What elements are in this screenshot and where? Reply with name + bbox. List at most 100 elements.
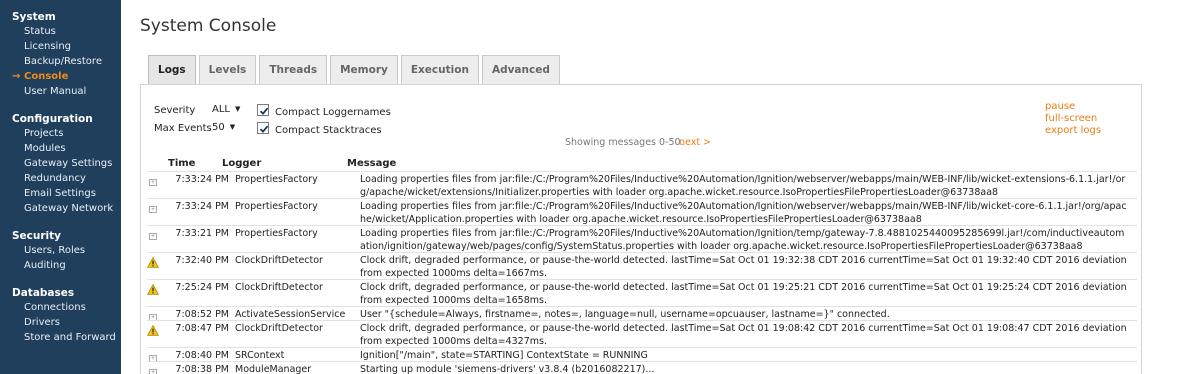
log-message-cell: Clock drift, degraded performance, or pa… <box>360 282 1127 306</box>
sidebar-item-gateway-settings[interactable]: Gateway Settings <box>0 156 121 171</box>
log-row: +7:33:21 PM PropertiesFactory Loading prop… <box>147 225 1137 252</box>
tab-threads[interactable]: Threads <box>259 55 328 85</box>
logger-column-header: Logger <box>222 158 262 169</box>
sidebar-item-email-settings[interactable]: Email Settings <box>0 186 121 201</box>
log-table: Time Logger Message +7:33:24 PM Propertie… <box>146 157 1137 374</box>
sidebar-item-label: Console <box>24 71 69 82</box>
sidebar-item-label: Connections <box>24 302 86 313</box>
tab-execution[interactable]: Execution <box>400 55 479 85</box>
sidebar-item-label: Status <box>24 26 56 37</box>
sidebar-item-backup-restore[interactable]: Backup/Restore <box>0 54 121 69</box>
sidebar-item-user-manual[interactable]: User Manual <box>0 84 121 99</box>
expand-icon[interactable]: + <box>147 230 159 242</box>
sidebar-item-store-and-forward[interactable]: Store and Forward <box>0 330 121 345</box>
nav-section: Security Users, Roles Auditing <box>0 229 121 273</box>
sidebar-item-drivers[interactable]: Drivers <box>0 315 121 330</box>
sidebar-item-label: Gateway Network <box>24 203 114 214</box>
sidebar-item-label: Licensing <box>24 41 72 52</box>
sidebar-item-auditing[interactable]: Auditing <box>0 258 121 273</box>
log-row: +7:33:24 PM PropertiesFactory Loading prop… <box>147 198 1137 225</box>
fullscreen-link[interactable]: full-screen <box>1045 113 1097 124</box>
tab-levels[interactable]: Levels <box>198 55 257 85</box>
sidebar-item-users-roles[interactable]: Users, Roles <box>0 243 121 258</box>
tab-logs[interactable]: Logs <box>148 55 196 85</box>
log-row: +7:33:24 PM PropertiesFactory Loading prop… <box>147 171 1137 198</box>
export-logs-link[interactable]: export logs <box>1045 125 1101 136</box>
log-logger-cell: ClockDriftDetector <box>235 282 323 293</box>
sidebar-nav: System Status Licensing Backup/Restore → Cons… <box>0 0 121 374</box>
checkmark-icon <box>259 107 269 115</box>
nav-section-title: Configuration <box>12 113 93 125</box>
log-logger-cell: ActivateSessionService <box>235 309 346 320</box>
log-logger-cell: PropertiesFactory <box>235 174 318 185</box>
sidebar-item-label: Users, Roles <box>24 245 86 256</box>
log-time-cell: 7:08:40 PM <box>175 350 229 361</box>
nav-section: System Status Licensing Backup/Restore → Cons… <box>0 10 121 99</box>
tab-bar: Logs Levels Threads Memory Execution Advanced <box>148 55 563 85</box>
log-logger-cell: PropertiesFactory <box>235 201 318 212</box>
log-time-cell: 7:25:24 PM <box>175 282 229 293</box>
main-content: System Console Logs Levels Threads Memory Ex… <box>121 0 1180 374</box>
nav-section-title: Databases <box>12 287 75 299</box>
log-time-cell: 7:08:38 PM <box>175 364 229 374</box>
log-row: +7:08:52 PM ActivateSessionService User "{… <box>147 306 1137 321</box>
sidebar-item-label: Redundancy <box>24 173 86 184</box>
log-time-cell: 7:33:24 PM <box>175 174 229 185</box>
sidebar-item-label: Projects <box>24 128 64 139</box>
sidebar-item-console[interactable]: → Console <box>0 69 121 84</box>
sidebar-item-label: Drivers <box>24 317 60 328</box>
sidebar-item-label: Backup/Restore <box>24 56 102 67</box>
time-column-header: Time <box>168 158 196 169</box>
severity-select[interactable]: ALL ▼ <box>212 104 240 115</box>
sidebar-item-modules[interactable]: Modules <box>0 141 121 156</box>
page-title: System Console <box>140 16 277 36</box>
log-rows: +7:33:24 PM PropertiesFactory Loading prop… <box>146 171 1137 374</box>
sidebar-item-label: Email Settings <box>24 188 96 199</box>
warning-icon <box>146 256 160 269</box>
sidebar-item-redundancy[interactable]: Redundancy <box>0 171 121 186</box>
log-logger-cell: ClockDriftDetector <box>235 323 323 334</box>
sidebar-item-gateway-network[interactable]: Gateway Network <box>0 201 121 216</box>
compact-loggernames-checkbox[interactable] <box>257 104 269 116</box>
log-time-cell: 7:33:24 PM <box>175 201 229 212</box>
checkmark-icon <box>259 125 269 133</box>
nav-section-title: Security <box>12 230 62 242</box>
sidebar-item-status[interactable]: Status <box>0 24 121 39</box>
log-time-cell: 7:08:47 PM <box>175 323 229 334</box>
log-message-cell: Clock drift, degraded performance, or pa… <box>360 323 1127 347</box>
sidebar-item-connections[interactable]: Connections <box>0 300 121 315</box>
chevron-down-icon: ▼ <box>234 105 241 113</box>
log-row: 7:08:47 PM ClockDriftDetector Clock drift,… <box>146 320 1137 347</box>
log-message-cell: Loading properties files from jar:file:/… <box>360 228 1125 252</box>
pause-link[interactable]: pause <box>1045 101 1075 112</box>
expand-icon[interactable]: + <box>147 203 159 215</box>
log-message-cell: Loading properties files from jar:file:/… <box>360 201 1127 225</box>
log-message-cell: Loading properties files from jar:file:/… <box>360 174 1126 198</box>
max-events-value: 50 <box>212 122 225 133</box>
logs-panel: Severity ALL ▼ Max Events 50 ▼ Compact Log… <box>140 84 1142 374</box>
sidebar-item-projects[interactable]: Projects <box>0 126 121 141</box>
arrow-right-icon: → <box>12 71 21 82</box>
log-time-cell: 7:33:21 PM <box>175 228 229 239</box>
expand-icon[interactable]: + <box>147 176 159 188</box>
compact-loggernames-label: Compact Loggernames <box>275 107 391 118</box>
tab-advanced[interactable]: Advanced <box>481 55 560 85</box>
next-page-link[interactable]: next > <box>679 137 711 148</box>
log-row: 7:25:24 PM ClockDriftDetector Clock drift,… <box>146 279 1137 306</box>
nav-section: Configuration Projects Modules Gateway Sett… <box>0 112 121 216</box>
log-row: +7:08:40 PM SRContext Ignition["/main", st… <box>147 347 1137 362</box>
log-time-cell: 7:08:52 PM <box>175 309 229 320</box>
log-time-cell: 7:32:40 PM <box>175 255 229 266</box>
tab-memory[interactable]: Memory <box>330 55 398 85</box>
max-events-label: Max Events <box>154 123 212 134</box>
max-events-select[interactable]: 50 ▼ <box>212 122 235 133</box>
log-row: 7:32:40 PM ClockDriftDetector Clock drift,… <box>146 252 1137 279</box>
chevron-down-icon: ▼ <box>229 123 236 131</box>
log-logger-cell: PropertiesFactory <box>235 228 318 239</box>
sidebar-item-licensing[interactable]: Licensing <box>0 39 121 54</box>
expand-icon[interactable]: + <box>147 366 159 374</box>
compact-stacktraces-checkbox[interactable] <box>257 122 269 134</box>
log-row: +7:08:38 PM ModuleManager Starting up modu… <box>147 361 1137 374</box>
log-logger-cell: ClockDriftDetector <box>235 255 323 266</box>
severity-value: ALL <box>212 104 230 115</box>
